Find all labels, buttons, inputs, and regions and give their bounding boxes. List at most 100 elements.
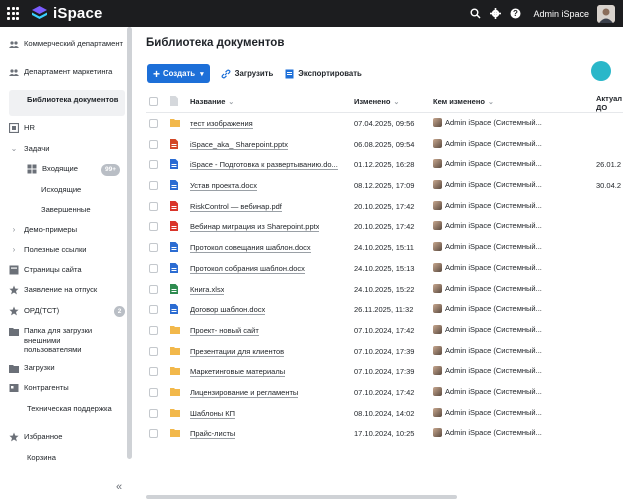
column-header-modified-by[interactable]: Кем изменено ⌄ (433, 97, 494, 106)
modified-by[interactable]: Admin iSpace (Системный... (433, 283, 542, 293)
create-button[interactable]: + Создать ▾ (147, 64, 210, 83)
sidebar-item-marketing[interactable]: Департамент маркетинга (9, 67, 125, 77)
table-row[interactable]: Презентации для клиентов 07.10.2024, 17:3… (146, 341, 623, 362)
app-launcher-icon[interactable] (7, 6, 21, 21)
sidebar-item-inbox[interactable]: Входящие 99+ (27, 164, 120, 176)
row-checkbox[interactable] (149, 408, 158, 418)
modified-by[interactable]: Admin iSpace (Системный... (433, 324, 542, 334)
row-checkbox[interactable] (149, 222, 158, 232)
sidebar-item-vacation[interactable]: Заявление на отпуск (9, 285, 125, 295)
row-checkbox[interactable] (149, 367, 158, 377)
table-row[interactable]: Прайс-листы 17.10.2024, 10:25 Admin iSpace… (146, 423, 623, 444)
modified-by[interactable]: Admin iSpace (Системный... (433, 428, 542, 438)
sidebar-item-contractors[interactable]: Контрагенты (9, 383, 125, 393)
modified-by[interactable]: Admin iSpace (Системный... (433, 262, 542, 272)
row-checkbox[interactable] (149, 201, 158, 211)
user-name[interactable]: Admin iSpace (533, 9, 589, 19)
sidebar-item-ord[interactable]: ОРД(ТСТ) 2 (9, 306, 125, 317)
file-name-link[interactable]: iSpace_aka_ Sharepoint.pptx (190, 140, 288, 150)
table-row[interactable]: Шаблоны КП 08.10.2024, 14:02 Admin iSpace … (146, 403, 623, 424)
row-checkbox[interactable] (149, 160, 158, 170)
file-name-link[interactable]: Лицензирование и регламенты (190, 388, 299, 398)
sidebar-item-documents[interactable]: Библиотека документов (9, 90, 125, 116)
horizontal-scrollbar[interactable] (146, 495, 457, 499)
modified-by[interactable]: Admin iSpace (Системный... (433, 366, 542, 376)
sidebar-item-trash[interactable]: Корзина (27, 453, 117, 463)
sidebar-item-outgoing[interactable]: Исходящие (41, 185, 121, 195)
row-checkbox[interactable] (149, 119, 158, 128)
file-name-link[interactable]: тест изображения (190, 119, 253, 129)
sidebar-item-commercial[interactable]: Коммерческий департамент (9, 39, 125, 49)
file-name-link[interactable]: Вебинар миграция из Sharepoint.pptx (190, 222, 320, 233)
table-row[interactable]: Маркетинговые материалы 07.10.2024, 17:39… (146, 361, 623, 382)
sidebar-item-downloads[interactable]: Загрузки (9, 363, 125, 373)
table-row[interactable]: Лицензирование и регламенты 07.10.2024, 1… (146, 382, 623, 403)
row-checkbox[interactable] (149, 284, 158, 294)
file-name-link[interactable]: RiskControl — вебинар.pdf (190, 202, 282, 212)
row-checkbox[interactable] (149, 181, 158, 191)
modified-by[interactable]: Admin iSpace (Системный... (433, 386, 542, 396)
modified-by[interactable]: Admin iSpace (Системный... (433, 138, 542, 148)
help-icon[interactable]: ? (509, 8, 521, 20)
file-name-link[interactable]: Шаблоны КП (190, 409, 236, 419)
file-name-link[interactable]: Протокол совещания шаблон.docx (190, 243, 311, 254)
file-name-link[interactable]: Устав проекта.docx (190, 181, 257, 192)
search-icon[interactable] (469, 8, 481, 20)
row-checkbox[interactable] (149, 346, 158, 356)
modified-by[interactable]: Admin iSpace (Системный... (433, 118, 542, 127)
table-row[interactable]: Проект- новый сайт 07.10.2024, 17:42 Admin… (146, 320, 623, 341)
table-row[interactable]: iSpace - Подготовка к развертыванию.do..… (146, 154, 623, 175)
row-checkbox[interactable] (149, 325, 158, 335)
sidebar-item-hr[interactable]: HR (9, 123, 125, 133)
avatar[interactable] (597, 4, 615, 23)
sidebar-item-support[interactable]: Техническая поддержка (27, 404, 117, 414)
row-checkbox[interactable] (149, 263, 158, 273)
file-name-link[interactable]: iSpace - Подготовка к развертыванию.do..… (190, 160, 338, 171)
modified-by[interactable]: Admin iSpace (Системный... (433, 304, 542, 314)
file-name-link[interactable]: Протокол собрания шаблон.docx (190, 264, 305, 274)
row-checkbox[interactable] (149, 243, 158, 253)
file-name-link[interactable]: Книга.xlsx (190, 285, 225, 295)
file-name-link[interactable]: Презентации для клиентов (190, 347, 285, 357)
file-name-link[interactable]: Договор шаблон.docx (190, 305, 266, 316)
sidebar-item-external-upload[interactable]: Папка для загрузки внешними пользователя… (9, 326, 125, 355)
file-name-link[interactable]: Проект- новый сайт (190, 326, 259, 336)
sidebar-item-completed[interactable]: Завершенные (41, 205, 121, 215)
file-name-link[interactable]: Прайс-листы (190, 429, 236, 440)
row-checkbox[interactable] (149, 139, 158, 149)
upload-button[interactable]: Загрузить (221, 69, 273, 79)
column-header-name[interactable]: Название ⌄ (190, 97, 234, 106)
table-row[interactable]: тест изображения 07.04.2025, 09:56 Admin i… (146, 113, 623, 134)
export-button[interactable]: Экспортировать (284, 69, 362, 79)
table-row[interactable]: Устав проекта.docx 08.12.2025, 17:09 Admin… (146, 175, 623, 196)
modified-by[interactable]: Admin iSpace (Системный... (433, 345, 542, 355)
sidebar-item-demo[interactable]: › Демо-примеры (9, 225, 125, 235)
modified-by[interactable]: Admin iSpace (Системный... (433, 242, 542, 252)
sidebar-item-tasks[interactable]: ⌄ Задачи (9, 144, 125, 154)
table-row[interactable]: Книга.xlsx 24.10.2025, 15:22 Admin iSpace … (146, 279, 623, 300)
table-row[interactable]: Протокол собрания шаблон.docx 24.10.2025,… (146, 258, 623, 279)
modified-by[interactable]: Admin iSpace (Системный... (433, 407, 542, 417)
column-header-modified[interactable]: Изменено ⌄ (354, 97, 399, 106)
sidebar-item-links[interactable]: › Полезные ссылки (9, 245, 125, 255)
table-row[interactable]: Протокол совещания шаблон.docx 24.10.2025… (146, 237, 623, 258)
modified-by[interactable]: Admin iSpace (Системный... (433, 200, 542, 210)
modified-by[interactable]: Admin iSpace (Системный... (433, 159, 542, 169)
assistant-avatar[interactable] (591, 61, 611, 81)
table-row[interactable]: iSpace_aka_ Sharepoint.pptx 06.08.2025, 0… (146, 134, 623, 155)
gear-icon[interactable] (489, 8, 501, 20)
table-row[interactable]: Договор шаблон.docx 26.11.2025, 11:32 Admi… (146, 299, 623, 320)
table-row[interactable]: Вебинар миграция из Sharepoint.pptx 20.10… (146, 216, 623, 237)
row-checkbox[interactable] (149, 305, 158, 315)
logo[interactable]: iSpace (31, 5, 103, 22)
table-row[interactable]: RiskControl — вебинар.pdf 20.10.2025, 17:… (146, 196, 623, 217)
sidebar-item-site-pages[interactable]: Страницы сайта (9, 265, 125, 275)
modified-by[interactable]: Admin iSpace (Системный... (433, 221, 542, 231)
column-header-actual[interactable]: Актуал ДО (596, 94, 623, 112)
select-all-checkbox[interactable] (149, 97, 158, 106)
row-checkbox[interactable] (149, 429, 158, 439)
file-name-link[interactable]: Маркетинговые материалы (190, 367, 286, 378)
row-checkbox[interactable] (149, 387, 158, 397)
sidebar-item-favorites[interactable]: Избранное (9, 432, 125, 442)
collapse-sidebar-button[interactable]: « (116, 481, 122, 493)
